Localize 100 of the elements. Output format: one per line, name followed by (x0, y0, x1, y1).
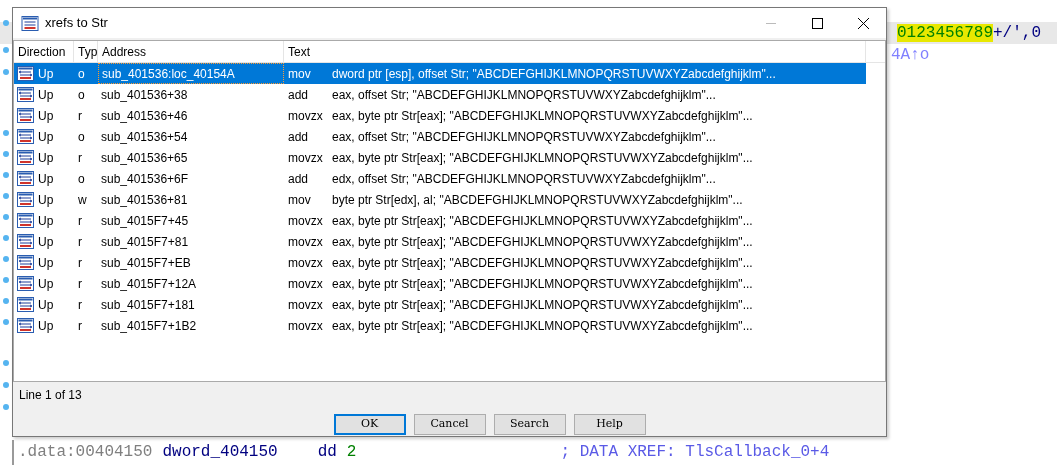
xref-icon (17, 234, 34, 249)
bullet-icon (3, 214, 9, 220)
xref-icon (17, 318, 34, 333)
direction-text: Up (38, 233, 54, 251)
operands-text: eax, byte ptr Str[eax]; "ABCDEFGHIJKLMNOPQRSTUVWXYZabcdefghijklm"... (332, 275, 753, 293)
xref-row[interactable]: Up r sub_4015F7+1B2 movzx eax, byte ptr Str[eax]; "ABCDEFGHIJKLMNOPQRSTUVWXYZabcdefghijklm"... (14, 315, 866, 336)
direction-text: Up (38, 254, 54, 272)
column-header[interactable]: Text (284, 41, 866, 62)
xref-icon (21, 15, 39, 31)
xref-row[interactable]: Up o sub_401536+6F add edx, offset Str; "ABCDEFGHIJKLMNOPQRSTUVWXYZabcdefghijklm"... (14, 168, 866, 189)
bullet-icon (3, 130, 9, 136)
xref-icon (17, 297, 34, 312)
type-text: r (78, 150, 82, 165)
xref-icon (17, 171, 34, 186)
dialog-button[interactable]: Help (573, 414, 646, 435)
xref-row[interactable]: Up r sub_4015F7+45 movzx eax, byte ptr Str[eax]; "ABCDEFGHIJKLMNOPQRSTUVWXYZabcdefghijklm"... (14, 210, 866, 231)
type-text: r (78, 276, 82, 291)
xref-icon (17, 66, 34, 81)
operands-text: eax, byte ptr Str[eax]; "ABCDEFGHIJKLMNOPQRSTUVWXYZabcdefghijklm"... (332, 317, 753, 335)
xref-row[interactable]: Up r sub_401536+46 movzx eax, byte ptr Str[eax]; "ABCDEFGHIJKLMNOPQRSTUVWXYZabcdefghijklm"... (14, 105, 866, 126)
bullet-icon (3, 277, 9, 283)
bullet-icon (3, 69, 9, 75)
direction-text: Up (38, 212, 54, 230)
listing-instruction: dd (317, 442, 337, 463)
address-text: sub_401536+46 (101, 107, 188, 125)
dialog-button[interactable]: OK (333, 414, 406, 435)
xref-row[interactable]: Up o sub_401536+54 add eax, offset Str; "ABCDEFGHIJKLMNOPQRSTUVWXYZabcdefghijklm"... (14, 126, 866, 147)
direction-text: Up (38, 65, 54, 83)
xref-row[interactable]: Up r sub_4015F7+12A movzx eax, byte ptr Str[eax]; "ABCDEFGHIJKLMNOPQRSTUVWXYZabcdefghijklm"... (14, 273, 866, 294)
address-text: sub_401536+6F (101, 170, 189, 188)
mnemonic-text: add (288, 86, 310, 104)
column-header[interactable]: Typ (74, 41, 98, 62)
xref-icon (17, 150, 34, 165)
bullet-icon (3, 319, 9, 325)
bullet-icon (3, 172, 9, 178)
operands-text: eax, byte ptr Str[eax]; "ABCDEFGHIJKLMNOPQRSTUVWXYZabcdefghijklm"... (332, 254, 753, 272)
type-text: w (78, 192, 87, 207)
direction-text: Up (38, 149, 54, 167)
type-text: o (78, 66, 85, 81)
operands-text: eax, byte ptr Str[eax]; "ABCDEFGHIJKLMNOPQRSTUVWXYZabcdefghijklm"... (332, 296, 753, 314)
direction-text: Up (38, 107, 54, 125)
direction-text: Up (38, 191, 54, 209)
bullet-icon (3, 235, 9, 241)
operands-text: edx, offset Str; "ABCDEFGHIJKLMNOPQRSTUVWXYZabcdefghijklm"... (332, 170, 716, 188)
bullet-icon (3, 404, 9, 410)
xref-row[interactable]: Up o sub_401536:loc_40154A mov dword ptr [esp], offset Str; "ABCDEFGHIJKLMNOPQRSTUVWXYZabcdefghijklm"... (14, 63, 866, 84)
address-text: sub_4015F7+181 (101, 296, 195, 314)
window-title: xrefs to Str (45, 14, 108, 33)
type-text: o (78, 129, 85, 144)
listing-comment: ; DATA XREF: TlsCallback_0+4 (560, 442, 830, 463)
close-icon (857, 17, 869, 29)
dialog-button[interactable]: Cancel (413, 414, 486, 435)
bullet-icon (3, 382, 9, 388)
xref-icon (17, 276, 34, 291)
mnemonic-text: movzx (288, 275, 324, 293)
column-header[interactable]: Direction (14, 41, 74, 62)
xref-icon (17, 192, 34, 207)
xref-icon (17, 213, 34, 228)
bullet-icon (3, 193, 9, 199)
address-text: sub_4015F7+45 (101, 212, 189, 230)
mnemonic-text: movzx (288, 149, 324, 167)
mnemonic-text: movzx (288, 296, 324, 314)
mnemonic-text: movzx (288, 107, 324, 125)
xref-row[interactable]: Up r sub_4015F7+EB movzx eax, byte ptr Str[eax]; "ABCDEFGHIJKLMNOPQRSTUVWXYZabcdefghijklm"... (14, 252, 866, 273)
operands-text: dword ptr [esp], offset Str; "ABCDEFGHIJKLMNOPQRSTUVWXYZabcdefghijklm"... (332, 65, 776, 83)
address-text: sub_401536+38 (101, 86, 188, 104)
mnemonic-text: movzx (288, 233, 324, 251)
operands-text: byte ptr Str[edx], al; "ABCDEFGHIJKLMNOPQRSTUVWXYZabcdefghijklm"... (332, 191, 743, 209)
listing-operand: 2 (346, 442, 357, 463)
direction-text: Up (38, 275, 54, 293)
xref-icon (17, 87, 34, 102)
bullet-icon (3, 256, 9, 262)
mnemonic-text: add (288, 170, 310, 188)
type-text: r (78, 108, 82, 123)
type-text: r (78, 297, 82, 312)
xref-row[interactable]: Up r sub_4015F7+181 movzx eax, byte ptr Str[eax]; "ABCDEFGHIJKLMNOPQRSTUVWXYZabcdefghijklm"... (14, 294, 866, 315)
direction-text: Up (38, 128, 54, 146)
direction-text: Up (38, 317, 54, 335)
mnemonic-text: mov (288, 191, 312, 209)
xref-row[interactable]: Up r sub_401536+65 movzx eax, byte ptr Str[eax]; "ABCDEFGHIJKLMNOPQRSTUVWXYZabcdefghijklm"... (14, 147, 866, 168)
address-text: sub_401536:loc_40154A (102, 65, 235, 83)
type-text: r (78, 255, 82, 270)
xref-icon (17, 129, 34, 144)
bullet-icon (3, 151, 9, 157)
direction-text: Up (38, 296, 54, 314)
address-text: sub_4015F7+EB (101, 254, 191, 272)
xref-row[interactable]: Up r sub_4015F7+81 movzx eax, byte ptr Str[eax]; "ABCDEFGHIJKLMNOPQRSTUVWXYZabcdefghijklm"... (14, 231, 866, 252)
listing-name: dword_404150 (162, 442, 278, 463)
operands-text: eax, byte ptr Str[eax]; "ABCDEFGHIJKLMNOPQRSTUVWXYZabcdefghijklm"... (332, 233, 753, 251)
mnemonic-text: add (288, 128, 310, 146)
xref-row[interactable]: Up o sub_401536+38 add eax, offset Str; "ABCDEFGHIJKLMNOPQRSTUVWXYZabcdefghijklm"... (14, 84, 866, 105)
type-text: o (78, 171, 85, 186)
column-header[interactable]: Address (98, 41, 284, 62)
direction-text: Up (38, 86, 54, 104)
xref-row[interactable]: Up w sub_401536+81 mov byte ptr Str[edx], al; "ABCDEFGHIJKLMNOPQRSTUVWXYZabcdefghijklm"... (14, 189, 866, 210)
bullet-icon (3, 20, 9, 26)
listing-address: .data:00404150 (18, 442, 153, 463)
type-text: r (78, 213, 82, 228)
type-text: r (78, 234, 82, 249)
dialog-button[interactable]: Search (493, 414, 566, 435)
